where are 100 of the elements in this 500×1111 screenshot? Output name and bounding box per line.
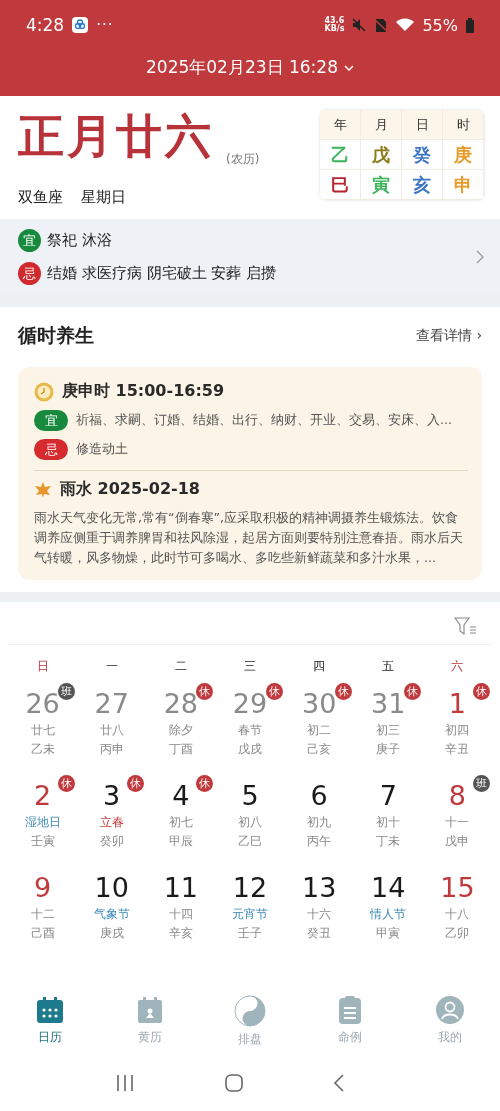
ganzhi-label: 己酉 <box>30 925 55 942</box>
solar-term-title: 雨水 2025-02-18 <box>60 479 200 500</box>
calendar-day[interactable]: 12 元宵节 壬子 <box>215 869 285 961</box>
suitable-badge: 宜 <box>18 229 41 252</box>
lunar-day: 初十 <box>376 813 401 832</box>
solar-term-advice: 雨水天气变化无常,常有“倒春寒”,应采取积极的精神调摄养生锻炼法。饮食调养应侧重于调养脾胃和祛风除湿，起居方面则要特别注意春捂。雨水后天气转暖，风多物燥，此时节可多喝水、多吃些新鲜蔬菜和多汁水果，... <box>34 509 464 567</box>
stem-cell: 戊 <box>361 140 402 170</box>
clock-icon <box>34 381 54 402</box>
app-notification-icon <box>72 17 89 33</box>
branch-cell: 巳 <box>320 170 361 200</box>
holiday-badge: 休 <box>265 683 283 700</box>
ganzhi-label: 甲辰 <box>168 833 193 850</box>
ganzhi-label: 庚戌 <box>99 925 124 942</box>
festival-label: 湿地日 <box>24 814 61 831</box>
calendar-icon <box>35 995 65 1025</box>
ganzhi-label: 乙未 <box>30 741 55 758</box>
avoid-badge: 忌 <box>18 262 41 285</box>
calendar-day[interactable]: 31 初三 庚子 休 <box>353 685 423 777</box>
battery-icon <box>466 17 474 33</box>
calendar-day[interactable]: 10 气象节 庚戌 <box>77 869 147 961</box>
lunar-day: 十二 <box>30 905 55 924</box>
back-icon[interactable] <box>333 1074 345 1092</box>
lunar-day: 十四 <box>168 905 193 924</box>
calendar-day[interactable]: 8 十一 戊申 班 <box>422 777 492 869</box>
weekday-header: 四 <box>312 658 327 675</box>
calendar-day[interactable]: 13 十六 癸丑 <box>284 869 354 961</box>
lunar-day: 初三 <box>376 721 401 740</box>
more-notifications: ··· <box>96 16 114 34</box>
calendar-day[interactable]: 5 初八 乙巳 <box>215 777 285 869</box>
details-link[interactable]: 查看详情 › <box>415 327 482 345</box>
day-number: 14 <box>371 871 406 905</box>
day-number: 5 <box>241 779 259 813</box>
chevron-down-icon <box>343 64 354 71</box>
recent-apps-icon[interactable] <box>115 1074 135 1092</box>
lunar-day: 初九 <box>307 813 332 832</box>
section-title: 循时养生 <box>18 323 94 348</box>
constellation: 双鱼座 <box>18 188 63 207</box>
calendar-day[interactable]: 15 十八 乙卯 <box>422 869 492 961</box>
lunar-note: (农历) <box>226 151 260 168</box>
day-number: 27 <box>94 687 129 721</box>
calendar-day[interactable]: 1 初四 辛丑 休 <box>422 685 492 777</box>
weekday-header: 六 <box>450 658 465 675</box>
ganzhi-label: 庚子 <box>376 741 401 758</box>
calendar-day[interactable]: 3 立春 癸卯 休 <box>77 777 147 869</box>
lunar-day: 十八 <box>445 905 470 924</box>
lunar-day: 初八 <box>238 813 262 832</box>
holiday-badge: 休 <box>196 775 214 792</box>
battery-level: 55% <box>422 15 458 35</box>
calendar-day[interactable]: 29 春节 戊戌 休 <box>215 685 285 777</box>
avoid-badge: 忌 <box>34 439 68 460</box>
calendar-day[interactable]: 7 初十 丁未 <box>353 777 423 869</box>
lunar-day: 廿七 <box>30 721 55 740</box>
filter-icon[interactable] <box>454 616 478 636</box>
calendar-day[interactable]: 9 十二 己酉 <box>8 869 78 961</box>
day-number: 8 <box>448 779 466 813</box>
hour-title: 庚申时 15:00-16:59 <box>62 381 225 402</box>
home-icon[interactable] <box>225 1074 243 1092</box>
day-number: 4 <box>172 779 190 813</box>
pillar-header: 月 <box>361 110 402 140</box>
wifi-icon <box>396 18 415 32</box>
day-number: 13 <box>301 871 337 905</box>
no-sim-icon <box>374 17 389 33</box>
ganzhi-label: 癸丑 <box>307 925 332 942</box>
branch-cell: 亥 <box>402 170 443 200</box>
mute-icon <box>352 18 367 32</box>
calendar-day[interactable]: 6 初九 丙午 <box>284 777 354 869</box>
nav-tab[interactable]: 日历 <box>0 994 100 1049</box>
yin-yang-icon <box>234 995 266 1027</box>
almanac-text: 祭祀 沐浴 <box>47 231 112 250</box>
day-number: 3 <box>103 779 121 813</box>
day-number: 31 <box>371 687 406 721</box>
day-number: 26 <box>25 687 60 721</box>
calendar-day[interactable]: 30 初二 己亥 休 <box>284 685 354 777</box>
date-picker[interactable]: 2025年02月23日 16:28 <box>146 56 354 79</box>
lunar-day: 初四 <box>445 721 470 740</box>
weekday-header: 五 <box>381 658 396 675</box>
calendar-day[interactable]: 11 十四 辛亥 <box>146 869 216 961</box>
weekday-header: 一 <box>104 658 119 675</box>
ganzhi-label: 己亥 <box>307 741 332 758</box>
calendar-day[interactable]: 28 除夕 丁酉 休 <box>146 685 216 777</box>
calendar-day[interactable]: 2 湿地日 壬寅 休 <box>8 777 78 869</box>
almanac-text: 结婚 求医疗病 阴宅破土 安葬 启攒 <box>47 264 277 283</box>
branch-cell: 申 <box>443 170 484 200</box>
lunar-day: 初二 <box>307 721 332 740</box>
pillar-header: 时 <box>443 110 484 140</box>
calendar-day[interactable]: 26 廿七 乙未 班 <box>8 685 78 777</box>
festival-label: 情人节 <box>370 906 407 923</box>
stem-cell: 乙 <box>320 140 361 170</box>
workday-badge: 班 <box>58 683 76 700</box>
holiday-badge: 休 <box>334 683 352 700</box>
calendar-day[interactable]: 4 初七 甲辰 休 <box>146 777 216 869</box>
ganzhi-label: 壬子 <box>238 925 262 942</box>
holiday-badge: 休 <box>473 683 490 700</box>
ganzhi-label: 丙午 <box>307 833 332 850</box>
lunar-day: 春节 <box>238 721 262 740</box>
suitable-badge: 宜 <box>34 410 68 431</box>
ganzhi-label: 丁酉 <box>168 741 193 758</box>
calendar-day[interactable]: 27 廿八 丙申 <box>77 685 147 777</box>
calendar-day[interactable]: 14 情人节 甲寅 <box>353 869 423 961</box>
day-number: 15 <box>440 871 475 905</box>
